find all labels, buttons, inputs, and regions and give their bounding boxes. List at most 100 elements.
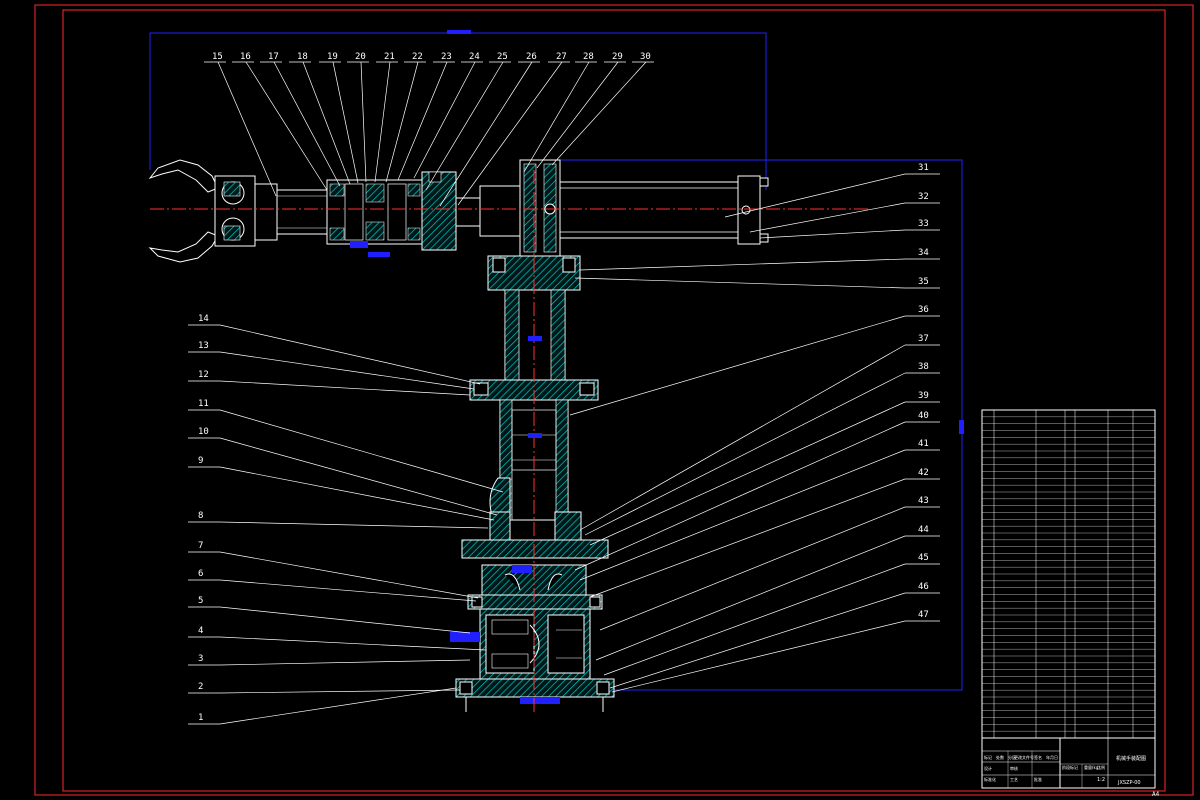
title-cell-label: 设计	[984, 765, 992, 771]
svg-text:45: 45	[918, 553, 929, 563]
callout-top-25: 25	[425, 52, 511, 191]
svg-text:32: 32	[918, 192, 929, 202]
callout-left-11: 11	[188, 399, 504, 493]
svg-text:12: 12	[198, 370, 209, 380]
callout-top-18: 18	[289, 52, 351, 185]
svg-text:11: 11	[198, 399, 209, 409]
svg-text:42: 42	[918, 468, 929, 478]
callout-left-14: 14	[188, 314, 481, 385]
callout-top-17: 17	[260, 52, 341, 187]
callout-left-5: 5	[188, 596, 471, 634]
callout-left-8: 8	[188, 511, 489, 529]
svg-text:44: 44	[918, 525, 929, 535]
svg-text:33: 33	[918, 219, 929, 229]
callout-right-40: 40	[574, 411, 940, 571]
callout-right-34: 34	[579, 248, 940, 271]
scale-value: 1:2	[1097, 777, 1105, 783]
drive-motor	[485, 614, 535, 674]
callout-top-20: 20	[347, 52, 369, 183]
callout-right-36: 36	[569, 305, 940, 416]
callout-top-21: 21	[374, 52, 398, 183]
callout-right-44: 44	[595, 525, 940, 661]
title-block: 标记 处数 分区更改文件号 签名 年月日设计标准化审核工艺 批准 阶段标记 重量(kg) …	[981, 737, 1156, 789]
upper-gripper-finger	[148, 159, 219, 193]
svg-text:3: 3	[198, 654, 203, 664]
foot-plate	[455, 678, 615, 698]
svg-text:7: 7	[198, 541, 203, 551]
callout-right-46: 46	[609, 582, 940, 689]
callout-right-42: 42	[589, 468, 940, 598]
stage-label: 阶段标记	[1062, 764, 1078, 770]
arm-assembly	[148, 159, 870, 263]
scale-label: 比例	[1097, 764, 1105, 770]
forearm-tube	[276, 189, 328, 235]
callout-right-37: 37	[579, 334, 940, 531]
title-cell-label: 标记	[984, 754, 992, 760]
svg-text:34: 34	[918, 248, 929, 258]
coupling	[455, 197, 481, 227]
callout-left-6: 6	[188, 569, 477, 602]
callout-top-19: 19	[319, 52, 359, 184]
svg-text:28: 28	[583, 52, 594, 62]
title-cell-label: 审核	[1010, 765, 1018, 771]
svg-text:18: 18	[297, 52, 308, 62]
callout-right-39: 39	[589, 391, 940, 546]
svg-text:5: 5	[198, 596, 203, 606]
svg-text:22: 22	[412, 52, 423, 62]
callout-top-29: 29	[536, 52, 626, 169]
callout-right-45: 45	[603, 553, 940, 676]
svg-text:39: 39	[918, 391, 929, 401]
svg-text:21: 21	[384, 52, 395, 62]
callout-top-30: 30	[551, 52, 654, 166]
svg-text:41: 41	[918, 439, 929, 449]
callout-top-28: 28	[523, 52, 597, 173]
svg-text:20: 20	[355, 52, 366, 62]
svg-text:29: 29	[612, 52, 623, 62]
callout-right-41: 41	[579, 439, 940, 581]
svg-text:13: 13	[198, 341, 209, 351]
cad-drawing-canvas: A4 15 16 17 18 19 20 21 22 23 24 25 26 2…	[34, 4, 1194, 798]
lower-gripper-finger	[148, 231, 219, 263]
parts-list-table	[981, 409, 1156, 739]
callout-right-38: 38	[584, 362, 940, 536]
title-block-labels: 标记 处数 分区更改文件号 签名 年月日设计标准化审核工艺 批准	[984, 754, 1058, 782]
svg-text:10: 10	[198, 427, 209, 437]
svg-text:30: 30	[640, 52, 651, 62]
title-cell-label: 签名	[1034, 754, 1042, 760]
base-flange	[467, 594, 603, 610]
rotary-plate	[461, 539, 609, 559]
svg-text:27: 27	[556, 52, 567, 62]
svg-text:37: 37	[918, 334, 929, 344]
svg-text:17: 17	[268, 52, 279, 62]
svg-text:16: 16	[240, 52, 251, 62]
svg-text:9: 9	[198, 456, 203, 466]
callout-left-1: 1	[188, 687, 457, 725]
arm-flange	[421, 171, 457, 251]
svg-text:46: 46	[918, 582, 929, 592]
svg-text:2: 2	[198, 682, 203, 692]
callout-top-15: 15	[204, 52, 277, 197]
bearing-housing	[479, 185, 521, 237]
svg-text:38: 38	[918, 362, 929, 372]
svg-text:26: 26	[526, 52, 537, 62]
wrist-block	[254, 183, 278, 241]
sheet-size-mark: A4	[1152, 791, 1160, 798]
callout-right-43: 43	[599, 496, 940, 631]
svg-text:35: 35	[918, 277, 929, 287]
callout-top-22: 22	[385, 52, 426, 183]
callout-left-3: 3	[188, 654, 471, 666]
callout-left-2: 2	[188, 682, 461, 694]
callout-left-10: 10	[188, 427, 498, 516]
title-cell-label: 处数	[996, 754, 1004, 760]
svg-text:14: 14	[198, 314, 209, 324]
title-cell-label: 更改文件号	[1014, 754, 1034, 760]
svg-text:25: 25	[497, 52, 508, 62]
svg-text:47: 47	[918, 610, 929, 620]
svg-text:4: 4	[198, 626, 203, 636]
title-cell-label: 工艺	[1010, 777, 1018, 782]
svg-text:31: 31	[918, 163, 929, 173]
callout-top-24: 24	[413, 52, 483, 179]
callout-right-32: 32	[749, 192, 940, 233]
callout-right-47: 47	[611, 610, 940, 693]
svg-text:6: 6	[198, 569, 203, 579]
